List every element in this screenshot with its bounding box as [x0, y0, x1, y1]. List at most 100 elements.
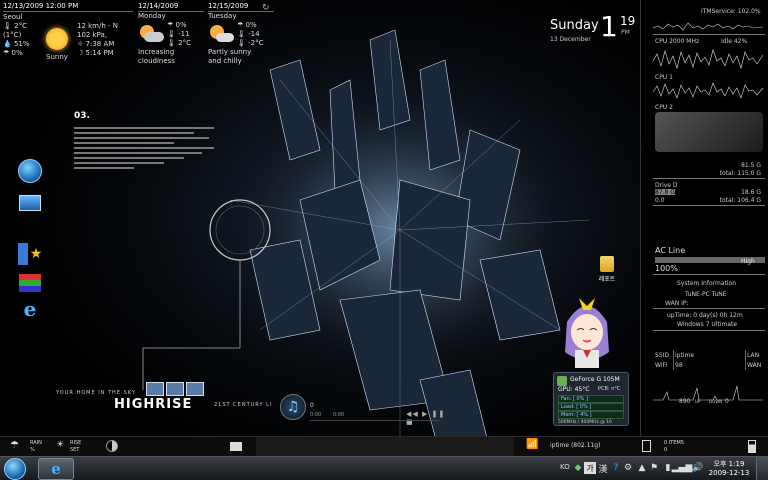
uptime: upTime: 0 day(s) 0h 12m [667, 312, 743, 319]
bottom-bar-center [256, 437, 514, 457]
music-note-icon: ♫ [280, 394, 306, 420]
mail-icon[interactable] [230, 442, 242, 451]
battery-icon [748, 440, 756, 453]
cpu1-graph [653, 82, 763, 99]
taskbar-clock[interactable]: 오후 1:19 2009-12-13 [706, 459, 752, 477]
internet-explorer-icon: e [51, 460, 61, 478]
pause-icon[interactable]: ❚❚ [432, 410, 446, 418]
forecast-precip: 0% [245, 21, 257, 29]
media-player[interactable]: ♫ 0 0:00 0:00 ◀◀ ▶ ❚❚ ■ [276, 392, 448, 426]
folder-label: 레포트 [598, 276, 616, 283]
winrar-icon[interactable] [16, 270, 44, 296]
help-icon[interactable]: ? [610, 462, 622, 474]
idle-label: Idle 42% [721, 38, 748, 45]
gpu-monitor-gadget[interactable]: GeForce G 105M GPU: 45°C PCB: n°C Fan: [… [553, 372, 629, 426]
weather-forecast-day1[interactable]: 12/14/2009 Monday ☂ 0% 🌡 -11 🌡 2°C Incre… [138, 2, 204, 66]
umbrella-icon: ☂ [3, 49, 10, 57]
temp-icon: 🌡 [167, 39, 176, 47]
character-gadget[interactable] [557, 292, 617, 370]
wifi-label: WiFi [655, 362, 668, 369]
network-graph [653, 385, 763, 401]
show-desktop-button[interactable] [756, 457, 768, 480]
ssid-value: iptime [675, 352, 695, 359]
windows-orb-icon[interactable] [16, 158, 44, 184]
settings-icon[interactable]: ⚙ [622, 462, 634, 474]
sys-name: TuNE-PC TuNE [685, 291, 727, 298]
temp-icon: 🌡 [3, 22, 12, 30]
clock-minute: 19 [620, 14, 636, 28]
taskbar-ie-button[interactable]: e [38, 458, 74, 480]
play-icon[interactable]: ▶ [422, 410, 428, 418]
notes-title: 03. [74, 111, 90, 121]
temp-icon: 🌡 [237, 39, 246, 47]
drive-c-total: total: 115.0 G [719, 170, 761, 177]
start-button[interactable] [4, 458, 26, 480]
cpu2-label: CPU 2 [655, 104, 673, 111]
clock-date: 13 December [550, 36, 591, 43]
current-sunset: 5:14 PM [85, 49, 114, 57]
current-feel: (1°C) [3, 31, 22, 39]
gpu-temp: GPU: 45°C [558, 386, 590, 393]
power-label: AC Line [655, 246, 686, 255]
forecast-date: 12/14/2009 [138, 2, 204, 12]
forecast-high: -14 [248, 30, 260, 38]
internet-explorer-icon[interactable]: e [16, 296, 44, 322]
shield-icon[interactable]: ◆ [572, 462, 584, 474]
up-label: UP [695, 399, 701, 404]
drive-d-total: total: 106.4 G [719, 197, 761, 204]
forecast-low: 2°C [178, 39, 191, 47]
wallpaper-subtitle: 21ST CENTURY LI [214, 402, 273, 408]
current-sunrise: 7:38 AM [85, 40, 115, 48]
media-controls[interactable]: ◀◀ ▶ ❚❚ ■ [406, 410, 448, 426]
flag-icon[interactable]: ⚑ [648, 462, 660, 474]
media-seek-bar[interactable] [310, 420, 440, 421]
show-hidden-icon[interactable]: ▲ [636, 462, 648, 474]
ime-icon[interactable]: 가 [584, 462, 596, 474]
gpu-model: GeForce G 105M [570, 376, 620, 383]
current-wind: 12 km/h - N [77, 22, 119, 30]
cpu-graph [653, 49, 763, 70]
sunrise-icon: ☼ [77, 40, 84, 48]
wifi-icon: 📶 [526, 439, 539, 450]
sys-title: System Information [677, 280, 737, 287]
wallpaper-title: HIGHRISE [114, 397, 193, 412]
forecast-day: Tuesday [208, 12, 237, 20]
lang-indicator[interactable]: KO [560, 463, 570, 471]
drive-c-val: 81.5 G [741, 162, 761, 169]
forecast-high: -11 [178, 30, 190, 38]
rain-value: % [30, 447, 35, 453]
ime-mode-icon[interactable]: 漢 [597, 462, 609, 475]
weather-current[interactable]: 12/13/2009 12:00 PM Seoul 🌡 2°C (1°C) 💧 … [3, 2, 133, 62]
gpu-mem: Mem: [ 4% ] [558, 411, 624, 419]
clock-day: Sunday [550, 18, 599, 33]
weather-datetime: 12/13/2009 12:00 PM [3, 2, 133, 12]
network-name[interactable]: iptime (802.11g) [550, 442, 600, 449]
taskbar: e KO ◆ 가 漢 ? ⚙ ▲ ⚑ ▮ ▂▄▆ 🔊 오후 1:19 2009-… [0, 456, 768, 480]
volume-icon[interactable]: 🔊 [692, 462, 704, 474]
umbrella-icon: ☂ [237, 21, 244, 29]
current-precip: 0% [11, 49, 23, 57]
itm-label: ITMService: 102.0% [701, 8, 761, 15]
media-time: 0 [310, 402, 314, 409]
recycle-bin-icon[interactable] [642, 440, 651, 452]
character-image [565, 298, 609, 368]
network-signal-icon[interactable]: ▂▄▆ [672, 462, 693, 474]
refresh-icon[interactable]: ↻ [262, 3, 270, 13]
power-state: High [741, 258, 755, 265]
gpu-fan: Fan: [ 0% ] [558, 395, 624, 403]
forecast-desc2: cloudiness [138, 57, 175, 65]
clock-hour: 1 [600, 10, 618, 43]
wallpaper-thumbs [146, 382, 204, 396]
forecast-low: -2°C [248, 39, 264, 47]
computer-icon[interactable] [16, 190, 44, 216]
sunrise-icon: ☀ [56, 440, 65, 450]
rewind-icon[interactable]: ◀◀ [406, 410, 419, 418]
favorites-icon[interactable]: ★ [16, 241, 44, 267]
rain-label: RAIN [30, 440, 42, 446]
wan-ip: WAN IP: [665, 300, 689, 307]
gpu-load: Load: [ 0% ] [558, 403, 624, 411]
clock-ampm: PM [621, 29, 630, 36]
desktop-folder[interactable]: 레포트 [590, 256, 624, 283]
notes-widget[interactable]: 03. [74, 111, 224, 186]
clock-gadget[interactable]: Sunday 13 December 1 19 PM [548, 10, 638, 48]
